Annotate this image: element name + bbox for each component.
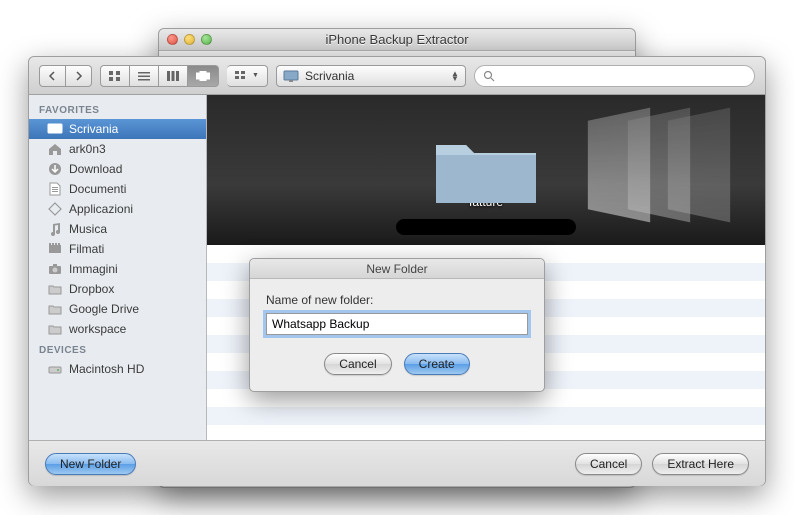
view-mode-group [100, 65, 219, 87]
disk-icon [47, 362, 63, 376]
icon-view-button[interactable] [100, 65, 130, 87]
location-label: Scrivania [305, 69, 354, 83]
coverflow-selected-folder[interactable] [426, 125, 546, 215]
sidebar-item-label: Google Drive [69, 302, 139, 316]
sidebar-item-label: Scrivania [69, 122, 118, 136]
cancel-button[interactable]: Cancel [575, 453, 642, 475]
sidebar: FAVORITES Scrivania ark0n3 Download Docu… [29, 95, 207, 440]
app-icon [47, 202, 63, 216]
folder-name-input[interactable] [266, 313, 528, 335]
sidebar-item-applicazioni[interactable]: Applicazioni [29, 199, 206, 219]
forward-button[interactable] [66, 65, 92, 87]
sidebar-item-label: Immagini [69, 262, 118, 276]
new-folder-sheet: New Folder Name of new folder: Cancel Cr… [249, 258, 545, 392]
updown-icon: ▲▼ [451, 71, 459, 81]
titlebar: iPhone Backup Extractor [159, 29, 635, 51]
coverflow-stage[interactable]: fatture [207, 95, 765, 245]
sidebar-item-dropbox[interactable]: Dropbox [29, 279, 206, 299]
movie-icon [47, 242, 63, 256]
sidebar-item-scrivania[interactable]: Scrivania [29, 119, 206, 139]
arrange-group: ▼ [227, 65, 268, 87]
coverflow-side-item [588, 108, 650, 223]
home-icon [47, 142, 63, 156]
sidebar-item-macintosh-hd[interactable]: Macintosh HD [29, 359, 206, 379]
footer: New Folder Cancel Extract Here [29, 440, 765, 486]
sidebar-item-label: workspace [69, 322, 126, 336]
document-icon [47, 182, 63, 196]
arrange-button[interactable]: ▼ [227, 65, 268, 87]
sidebar-item-documenti[interactable]: Documenti [29, 179, 206, 199]
toolbar: ▼ Scrivania ▲▼ [29, 57, 765, 95]
sheet-title: New Folder [250, 259, 544, 279]
list-view-button[interactable] [130, 65, 159, 87]
window-title: iPhone Backup Extractor [159, 32, 635, 47]
desktop-icon [283, 70, 299, 82]
search-icon [483, 70, 495, 82]
sidebar-item-workspace[interactable]: workspace [29, 319, 206, 339]
folder-icon [47, 302, 63, 316]
new-folder-button[interactable]: New Folder [45, 453, 136, 475]
sidebar-item-label: Dropbox [69, 282, 114, 296]
folder-icon [47, 282, 63, 296]
sidebar-item-home[interactable]: ark0n3 [29, 139, 206, 159]
sidebar-item-label: Filmati [69, 242, 104, 256]
list-item[interactable] [207, 407, 765, 425]
sidebar-item-label: Macintosh HD [69, 362, 144, 376]
nav-group [39, 65, 92, 87]
search-input[interactable] [474, 65, 755, 87]
sidebar-item-label: Applicazioni [69, 202, 133, 216]
sidebar-item-label: ark0n3 [69, 142, 106, 156]
download-icon [47, 162, 63, 176]
sidebar-item-filmati[interactable]: Filmati [29, 239, 206, 259]
desktop-icon [47, 122, 63, 136]
sheet-create-button[interactable]: Create [404, 353, 470, 375]
camera-icon [47, 262, 63, 276]
folder-icon [47, 322, 63, 336]
back-button[interactable] [39, 65, 66, 87]
location-popup[interactable]: Scrivania ▲▼ [276, 65, 466, 87]
sidebar-item-googledrive[interactable]: Google Drive [29, 299, 206, 319]
sheet-cancel-button[interactable]: Cancel [324, 353, 391, 375]
column-view-button[interactable] [159, 65, 188, 87]
coverflow-view-button[interactable] [188, 65, 219, 87]
sidebar-item-label: Download [69, 162, 122, 176]
sidebar-item-immagini[interactable]: Immagini [29, 259, 206, 279]
sidebar-item-label: Documenti [69, 182, 126, 196]
coverflow-scrubber[interactable] [396, 219, 576, 235]
sidebar-item-download[interactable]: Download [29, 159, 206, 179]
sheet-prompt: Name of new folder: [266, 293, 528, 307]
devices-heading: DEVICES [29, 339, 206, 359]
favorites-heading: FAVORITES [29, 99, 206, 119]
sidebar-item-musica[interactable]: Musica [29, 219, 206, 239]
music-icon [47, 222, 63, 236]
sidebar-item-label: Musica [69, 222, 107, 236]
extract-here-button[interactable]: Extract Here [652, 453, 749, 475]
